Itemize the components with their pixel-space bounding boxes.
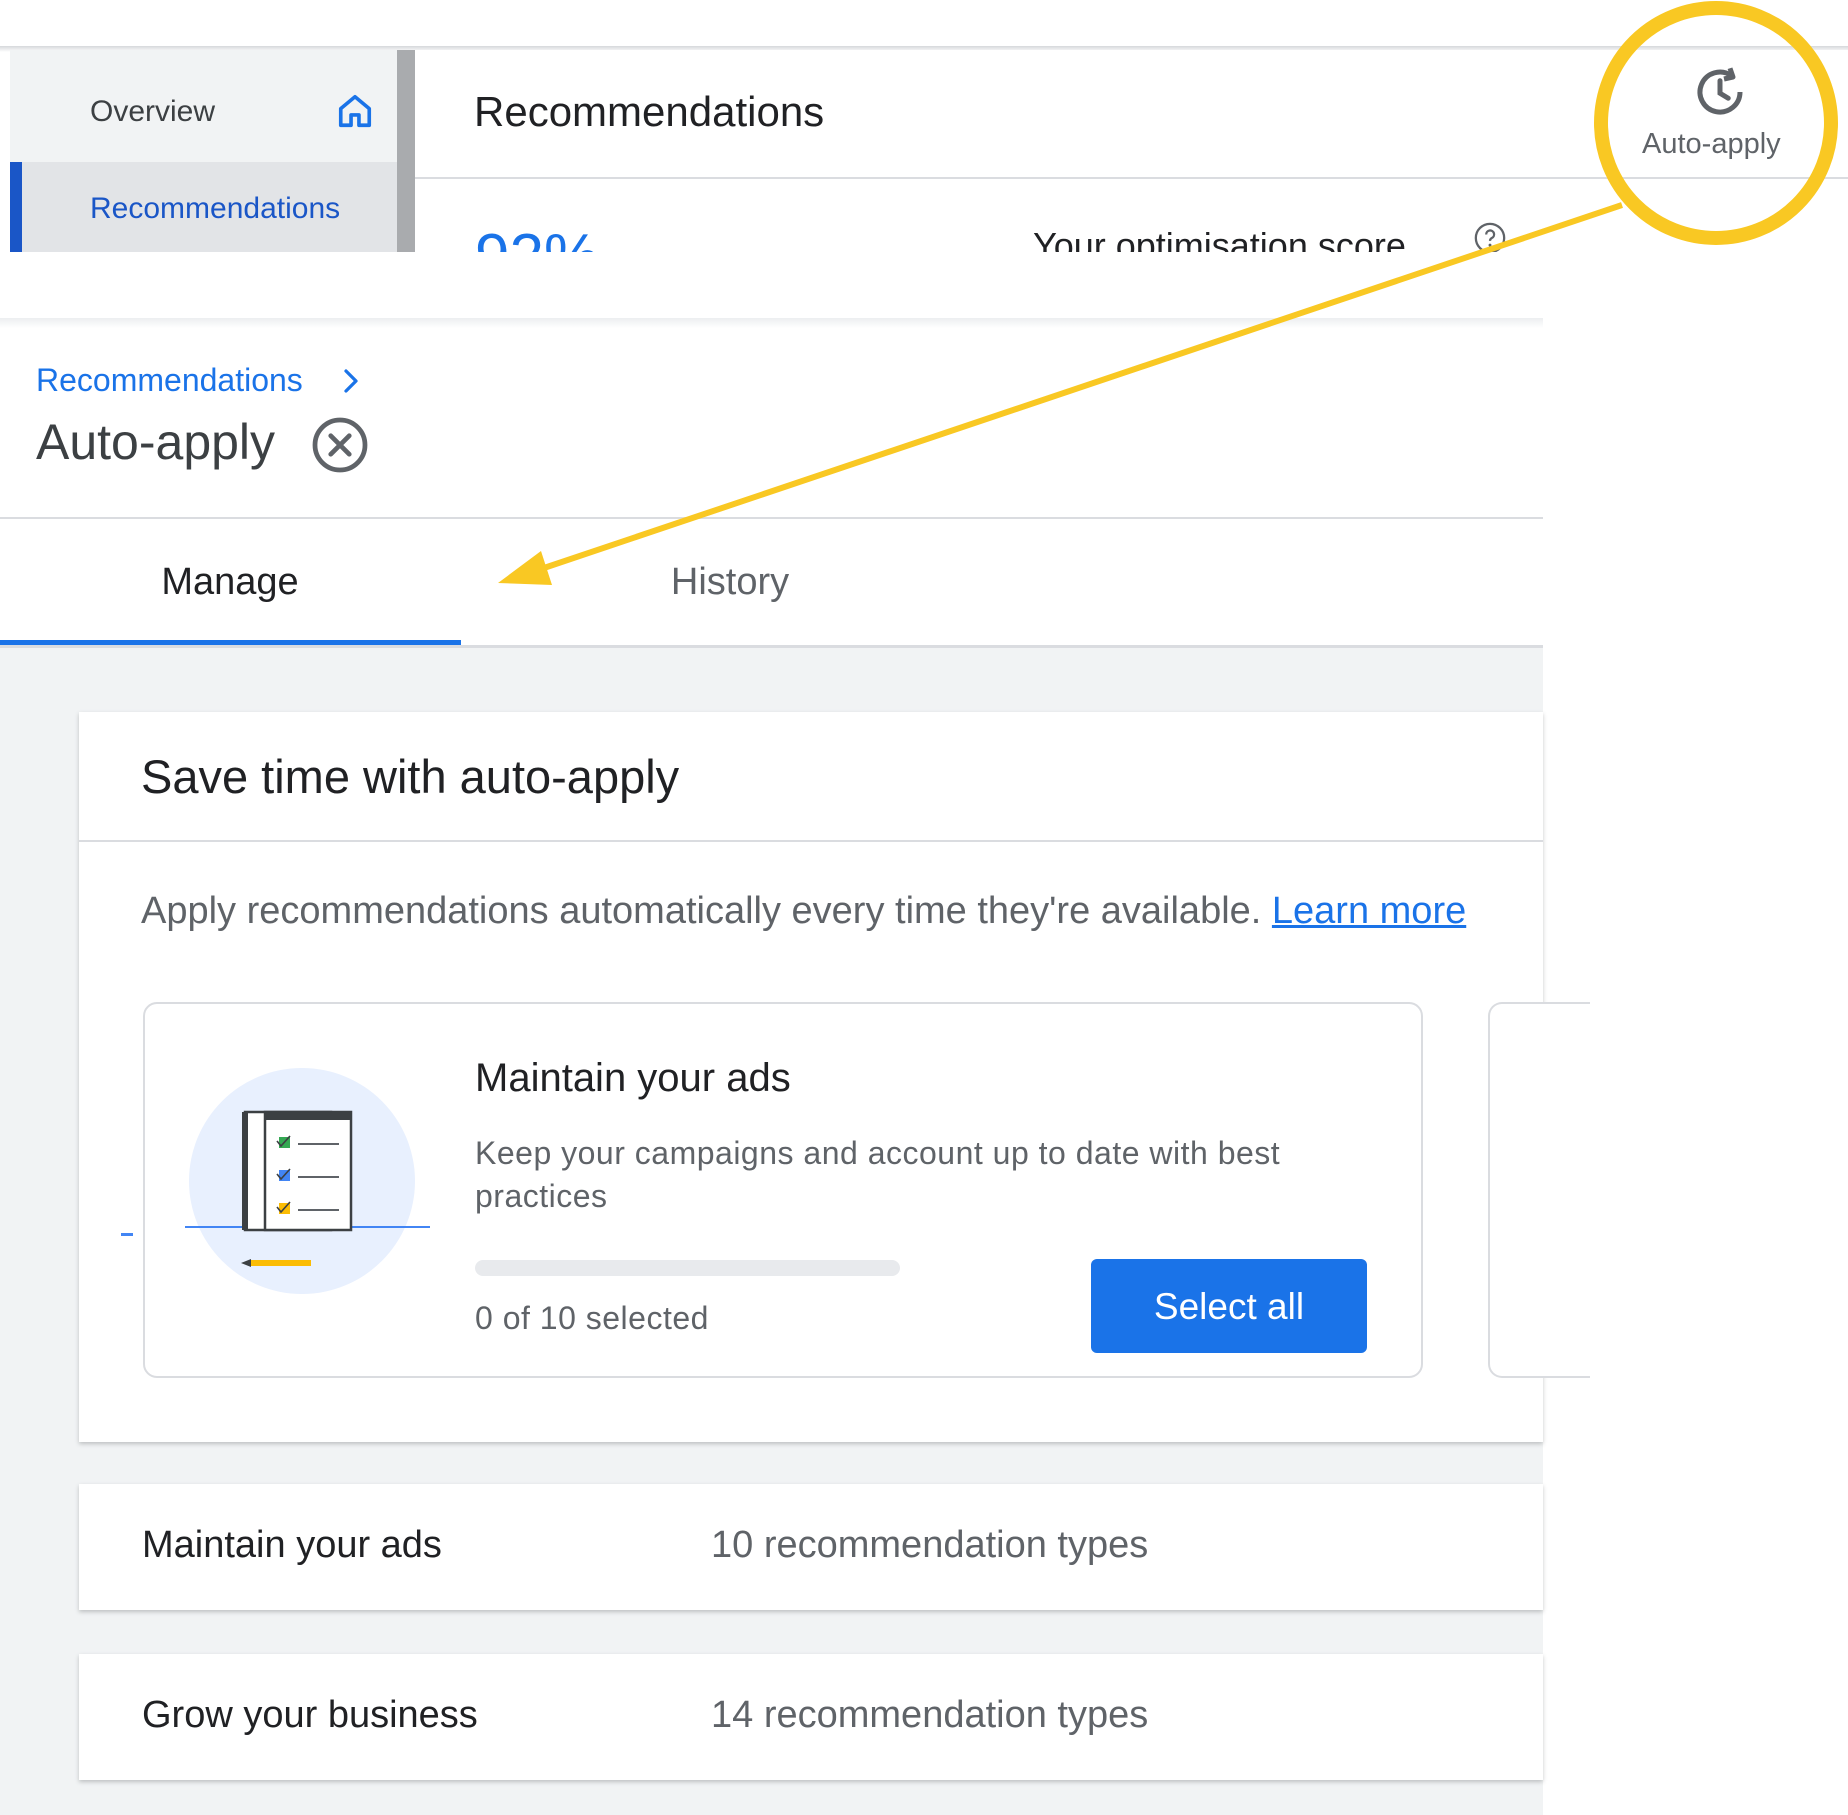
category-card-maintain: Maintain your ads Keep your campaigns an…: [143, 1002, 1423, 1378]
selection-progress-bar: [475, 1260, 900, 1276]
home-icon: [338, 94, 372, 128]
score-strip: 92% Your optimisation score: [415, 179, 1848, 252]
select-all-button[interactable]: Select all: [1091, 1259, 1367, 1353]
checklist-illustration: [185, 1068, 430, 1294]
category-card-next[interactable]: [1488, 1002, 1590, 1378]
active-indicator: [10, 162, 22, 252]
chevron-right-icon: [344, 369, 358, 393]
auto-apply-button[interactable]: Auto-apply: [1620, 60, 1820, 180]
optimisation-score-value: 92%: [475, 221, 599, 252]
category-row-count: 14 recommendation types: [711, 1694, 1149, 1736]
optimisation-score-label: Your optimisation score: [1033, 225, 1406, 252]
card-description-text: Apply recommendations automatically ever…: [141, 890, 1262, 932]
close-circle-icon[interactable]: [310, 415, 370, 475]
category-row-grow[interactable]: Grow your business 14 recommendation typ…: [79, 1654, 1543, 1780]
divider: [121, 1233, 133, 1236]
sidebar-item-overview-label: Overview: [90, 95, 216, 128]
clock-refresh-icon: [1697, 67, 1743, 115]
learn-more-link[interactable]: Learn more: [1272, 890, 1466, 932]
auto-apply-card: Save time with auto-apply Apply recommen…: [79, 712, 1590, 1442]
sidebar-item-recommendations-label: Recommendations: [90, 192, 341, 225]
tab-bar: Manage History: [0, 519, 1543, 648]
sidebar-scrollbar[interactable]: [397, 50, 415, 252]
tab-history[interactable]: History: [500, 519, 960, 645]
category-description: Keep your campaigns and account up to da…: [475, 1135, 1281, 1214]
breadcrumb-link-recommendations[interactable]: Recommendations: [36, 362, 303, 398]
tab-manage[interactable]: Manage: [0, 519, 460, 645]
page-title: Auto-apply: [36, 414, 276, 470]
category-row-maintain[interactable]: Maintain your ads 10 recommendation type…: [79, 1484, 1543, 1610]
card-title: Save time with auto-apply: [141, 750, 680, 803]
page-title-recommendations: Recommendations: [474, 88, 825, 135]
page-shadow: [0, 318, 1543, 328]
card-description: Apply recommendations automatically ever…: [141, 890, 1466, 933]
category-title: Maintain your ads: [475, 1056, 791, 1100]
category-row-name: Maintain your ads: [142, 1524, 442, 1566]
divider: [79, 840, 1543, 842]
auto-apply-label: Auto-apply: [1642, 128, 1781, 160]
selected-count: 0 of 10 selected: [475, 1300, 709, 1336]
help-circle-icon[interactable]: [1473, 221, 1507, 252]
breadcrumb: Recommendations: [36, 362, 358, 402]
category-row-name: Grow your business: [142, 1694, 478, 1736]
category-row-count: 10 recommendation types: [711, 1524, 1149, 1566]
